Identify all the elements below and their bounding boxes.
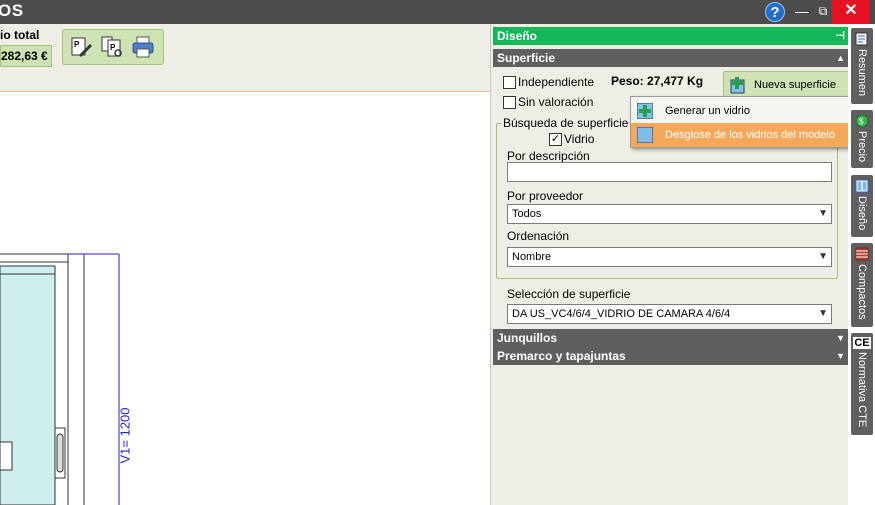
section-title-premarco: Premarco y tapajuntas <box>497 349 626 363</box>
tool-group: P P <box>62 29 164 65</box>
close-button[interactable]: ✕ <box>832 0 870 24</box>
toolbar: io total 282,63 € P P <box>0 24 490 92</box>
pin-icon[interactable]: ⊣ <box>835 27 845 45</box>
chevron-down-icon[interactable]: ▼ <box>818 248 828 266</box>
independiente-label: Independiente <box>518 75 595 89</box>
design-window-icon <box>855 179 869 193</box>
surface-selection-label: Selección de superficie <box>507 287 631 301</box>
help-icon[interactable]: ? <box>765 2 785 22</box>
tab-normativa-cte[interactable]: CE Normativa CTE <box>851 333 873 435</box>
chevron-down-icon[interactable]: ▼ <box>818 205 828 223</box>
sort-label: Ordenación <box>507 229 570 243</box>
collapse-arrow-icon[interactable]: ▲ <box>836 49 845 67</box>
tab-resumen[interactable]: Resumen <box>851 28 873 104</box>
svg-text:$: $ <box>859 117 864 126</box>
window-drawing <box>0 253 120 505</box>
compact-blind-icon <box>855 247 869 261</box>
chevron-down-icon[interactable]: ▼ <box>818 305 828 323</box>
ce-mark-icon: CE <box>853 337 871 349</box>
tab-label: Diseño <box>856 196 868 231</box>
menu-item-label: Desglose de los vidrios del modelo <box>665 129 835 141</box>
menu-item-label: Generar un vidrio <box>665 105 750 117</box>
menu-item-generar-vidrio[interactable]: Generar un vidrio <box>631 99 855 123</box>
glass-pane-icon <box>637 127 653 143</box>
price-value: 282,63 € <box>0 45 52 67</box>
new-surface-menu: Generar un vidrio Desglose de los vidrio… <box>630 96 856 148</box>
weight-label: Peso: 27,477 Kg <box>611 74 704 88</box>
document-edit-icon: P <box>71 37 92 57</box>
preview-document-button[interactable]: P <box>99 34 125 60</box>
printer-icon <box>132 36 154 58</box>
restore-button[interactable]: ⧉ <box>813 0 833 24</box>
section-title-junquillos: Junquillos <box>497 331 557 345</box>
checkbox-box[interactable] <box>503 95 516 109</box>
price-coin-icon: $ <box>855 114 869 128</box>
surface-selection-select[interactable]: DA US_VC4/6/4_VIDRIO DE CAMARA 4/6/4 ▼ <box>507 304 832 324</box>
title-bar: os ? — ⧉ ✕ <box>0 0 875 24</box>
new-surface-button[interactable]: Nueva superficie <box>723 71 849 99</box>
section-header-premarco[interactable]: Premarco y tapajuntas ▼ <box>493 347 849 365</box>
add-glass-icon <box>730 77 745 94</box>
checkbox-box[interactable] <box>503 75 516 89</box>
document-preview-icon: P <box>101 36 122 57</box>
tab-compactos[interactable]: Compactos <box>851 243 873 327</box>
tab-label: Normativa CTE <box>856 352 868 428</box>
summary-icon <box>855 32 868 46</box>
section-header-diseno[interactable]: Diseño ⊣ <box>493 27 849 45</box>
print-button[interactable] <box>130 34 156 60</box>
independiente-checkbox[interactable]: Independiente <box>503 75 594 89</box>
sort-select[interactable]: Nombre ▼ <box>507 247 832 267</box>
supplier-value: Todos <box>512 208 542 220</box>
description-input[interactable] <box>507 162 832 182</box>
svg-text:P: P <box>74 40 80 49</box>
edit-document-button[interactable]: P <box>68 34 94 60</box>
supplier-select[interactable]: Todos ▼ <box>507 204 832 224</box>
search-legend: Búsqueda de superficie <box>501 116 631 130</box>
section-header-superficie[interactable]: Superficie ▲ <box>493 49 849 67</box>
expand-arrow-icon[interactable]: ▼ <box>836 347 845 365</box>
surface-selection-value: DA US_VC4/6/4_VIDRIO DE CAMARA 4/6/4 <box>512 308 731 320</box>
window-title: os <box>0 1 24 20</box>
section-title-diseno: Diseño <box>497 29 538 43</box>
vidrio-checkbox[interactable]: ✓ Vidrio <box>549 132 594 146</box>
price-label: io total <box>0 28 40 42</box>
new-surface-label: Nueva superficie <box>754 79 836 91</box>
description-label: Por descripción <box>507 149 590 163</box>
section-title-superficie: Superficie <box>497 51 556 65</box>
section-header-junquillos[interactable]: Junquillos ▼ <box>493 329 849 347</box>
menu-item-desglose-vidrios[interactable]: Desglose de los vidrios del modelo <box>631 123 855 147</box>
tab-diseno[interactable]: Diseño <box>851 175 873 237</box>
minimize-button[interactable]: — <box>789 0 815 24</box>
dimension-label: V1= 1200 <box>117 407 133 464</box>
drawing-canvas[interactable]: V1= 1200 <box>0 92 490 505</box>
sin-valoracion-checkbox[interactable]: Sin valoración <box>503 95 593 109</box>
side-tabs: Resumen $ Precio Diseño Compactos CE Nor… <box>848 24 875 505</box>
tab-label: Compactos <box>856 264 868 320</box>
expand-arrow-icon[interactable]: ▼ <box>836 329 845 347</box>
supplier-label: Por proveedor <box>507 189 584 203</box>
checkbox-box-checked[interactable]: ✓ <box>549 132 562 146</box>
tab-label: Resumen <box>856 49 868 97</box>
tab-precio[interactable]: $ Precio <box>851 110 873 168</box>
add-glass-icon <box>637 103 653 119</box>
sort-value: Nombre <box>512 251 552 263</box>
vidrio-label: Vidrio <box>564 132 595 146</box>
sin-valoracion-label: Sin valoración <box>518 95 594 109</box>
tab-label: Precio <box>856 131 868 163</box>
